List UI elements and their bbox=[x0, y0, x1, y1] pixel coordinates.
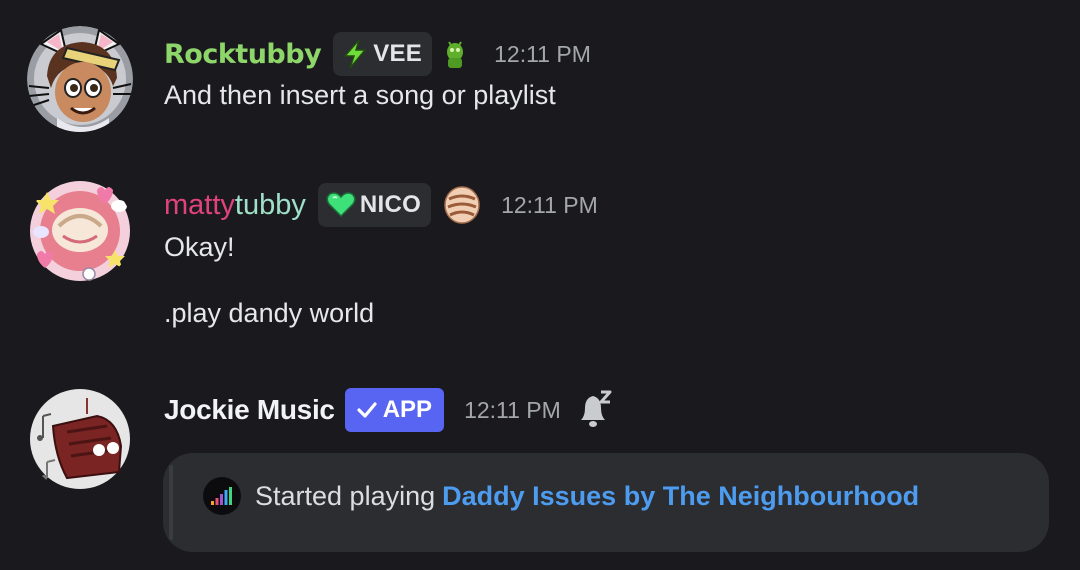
message-text: .play dandy world bbox=[164, 298, 375, 328]
cinnamon-roll-icon bbox=[443, 185, 481, 225]
app-badge: APP bbox=[344, 388, 445, 432]
username[interactable]: Rocktubby bbox=[164, 39, 322, 70]
username[interactable]: mattytubby bbox=[164, 189, 306, 222]
message-header: Rocktubby VEE 12:11 PM bbox=[164, 32, 591, 76]
avatar[interactable] bbox=[27, 178, 133, 284]
bell-sleep-icon bbox=[577, 390, 613, 430]
timestamp[interactable]: 12:11 PM bbox=[464, 397, 561, 424]
username-part2: tubby bbox=[234, 188, 306, 221]
message-mattytubby[interactable]: mattytubby NICO 12:11 PM Okay! .play dan… bbox=[0, 150, 1080, 350]
avatar-image bbox=[30, 389, 130, 489]
message-jockie-music[interactable]: Jockie Music APP 12:11 PM Started playin… bbox=[0, 370, 1080, 570]
app-badge-label: APP bbox=[382, 396, 433, 423]
song-link[interactable]: Daddy Issues by The Neighbourhood bbox=[442, 481, 919, 512]
embed-accent-bar bbox=[169, 465, 173, 540]
embed-text: Started playing bbox=[255, 480, 436, 511]
username[interactable]: Jockie Music bbox=[164, 394, 335, 426]
now-playing-embed: Started playing Daddy Issues by The Neig… bbox=[163, 453, 1049, 552]
server-tag-label: NICO bbox=[359, 191, 422, 218]
message-rocktubby[interactable]: Rocktubby VEE 12:11 PM And then insert a… bbox=[0, 0, 1080, 150]
message-header: mattytubby NICO 12:11 PM bbox=[164, 183, 598, 227]
server-tag[interactable]: NICO bbox=[317, 183, 432, 227]
music-equalizer-icon bbox=[203, 477, 241, 515]
timestamp[interactable]: 12:11 PM bbox=[501, 192, 598, 219]
green-creature-icon bbox=[444, 38, 466, 70]
timestamp[interactable]: 12:11 PM bbox=[494, 41, 591, 68]
avatar[interactable] bbox=[27, 386, 133, 492]
lightning-icon bbox=[341, 39, 369, 69]
message-text: And then insert a song or playlist bbox=[164, 80, 556, 110]
green-heart-icon bbox=[326, 192, 356, 218]
message-header: Jockie Music APP 12:11 PM bbox=[164, 388, 613, 432]
server-tag[interactable]: VEE bbox=[333, 32, 433, 76]
avatar-image bbox=[30, 181, 130, 281]
check-icon bbox=[357, 401, 377, 419]
avatar-image bbox=[27, 26, 133, 132]
embed-content: Started playing Daddy Issues by The Neig… bbox=[203, 477, 919, 515]
chat-messages: Rocktubby VEE 12:11 PM And then insert a… bbox=[0, 0, 1080, 570]
message-text: Okay! bbox=[164, 232, 235, 262]
avatar[interactable] bbox=[27, 26, 133, 132]
username-part1: matty bbox=[164, 188, 235, 221]
server-tag-label: VEE bbox=[373, 40, 423, 67]
